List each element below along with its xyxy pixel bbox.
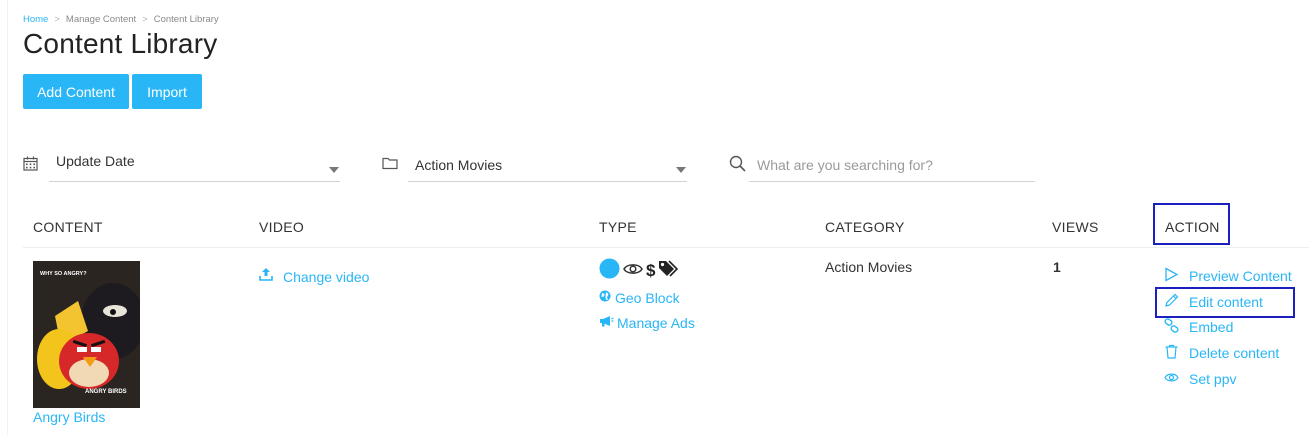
delete-content-action[interactable]: Delete content — [1164, 344, 1279, 362]
content-title-link[interactable]: Angry Birds — [33, 409, 105, 425]
chevron-down-icon — [329, 167, 339, 173]
sort-select-value: Update Date — [56, 152, 135, 169]
manage-ads-label: Manage Ads — [617, 315, 695, 331]
play-icon — [1164, 267, 1179, 285]
column-header-content: CONTENT — [33, 219, 103, 235]
sort-select[interactable]: Update Date — [49, 148, 340, 182]
geo-block-label: Geo Block — [615, 290, 680, 306]
megaphone-icon — [599, 314, 614, 332]
column-header-video: VIDEO — [259, 219, 305, 235]
manage-ads-link[interactable]: Manage Ads — [599, 314, 695, 332]
breadcrumb-manage-content[interactable]: Manage Content — [66, 14, 136, 25]
set-ppv-label: Set ppv — [1189, 371, 1237, 387]
left-border — [7, 0, 8, 435]
change-video-label: Change video — [283, 268, 370, 285]
calendar-icon — [23, 156, 38, 176]
search-placeholder: What are you searching for? — [757, 156, 933, 173]
change-video-link[interactable]: Change video — [259, 267, 369, 286]
breadcrumb-separator: > — [142, 14, 148, 25]
embed-label: Embed — [1189, 319, 1234, 335]
header-divider — [23, 247, 1309, 248]
breadcrumb-current: Content Library — [153, 14, 219, 25]
add-content-button[interactable]: Add Content — [23, 74, 129, 109]
preview-content-label: Preview Content — [1189, 268, 1292, 284]
tags-icon — [658, 260, 679, 282]
link-icon — [1164, 318, 1179, 336]
column-header-type: TYPE — [599, 219, 637, 235]
breadcrumb: Home > Manage Content > Content Library — [23, 14, 219, 25]
poster-tagline: WHY SO ANGRY? — [40, 271, 87, 277]
import-button[interactable]: Import — [132, 74, 202, 109]
chevron-down-icon — [676, 167, 686, 173]
status-dot-icon — [599, 258, 620, 284]
upload-icon — [259, 267, 273, 286]
embed-action[interactable]: Embed — [1164, 318, 1233, 336]
geo-block-link[interactable]: Geo Block — [599, 289, 680, 307]
preview-content-action[interactable]: Preview Content — [1164, 267, 1292, 285]
search-icon — [729, 155, 746, 177]
trash-icon — [1164, 344, 1179, 362]
column-header-views: VIEWS — [1052, 219, 1099, 235]
eye-icon — [623, 262, 643, 281]
action-header-highlight — [1153, 203, 1230, 245]
row-category: Action Movies — [825, 259, 913, 275]
category-select-value: Action Movies — [415, 156, 503, 173]
category-select[interactable]: Action Movies — [408, 148, 687, 182]
type-icons: $ — [599, 258, 679, 284]
dollar-icon: $ — [646, 261, 656, 280]
folder-icon — [382, 156, 398, 175]
content-thumbnail[interactable]: WHY SO ANGRY? ANGRY BIRDS — [33, 261, 140, 408]
edit-content-highlight — [1155, 287, 1295, 318]
set-ppv-action[interactable]: Set ppv — [1164, 370, 1236, 388]
column-header-category: CATEGORY — [825, 219, 905, 235]
row-views: 1 — [1053, 259, 1061, 275]
breadcrumb-separator: > — [54, 14, 60, 25]
breadcrumb-home[interactable]: Home — [23, 14, 48, 25]
eye-icon — [1164, 370, 1179, 388]
globe-icon — [599, 289, 611, 307]
search-input[interactable]: What are you searching for? — [749, 148, 1035, 182]
page-title: Content Library — [23, 28, 218, 59]
poster-title: ANGRY BIRDS — [85, 389, 127, 395]
delete-content-label: Delete content — [1189, 345, 1280, 361]
